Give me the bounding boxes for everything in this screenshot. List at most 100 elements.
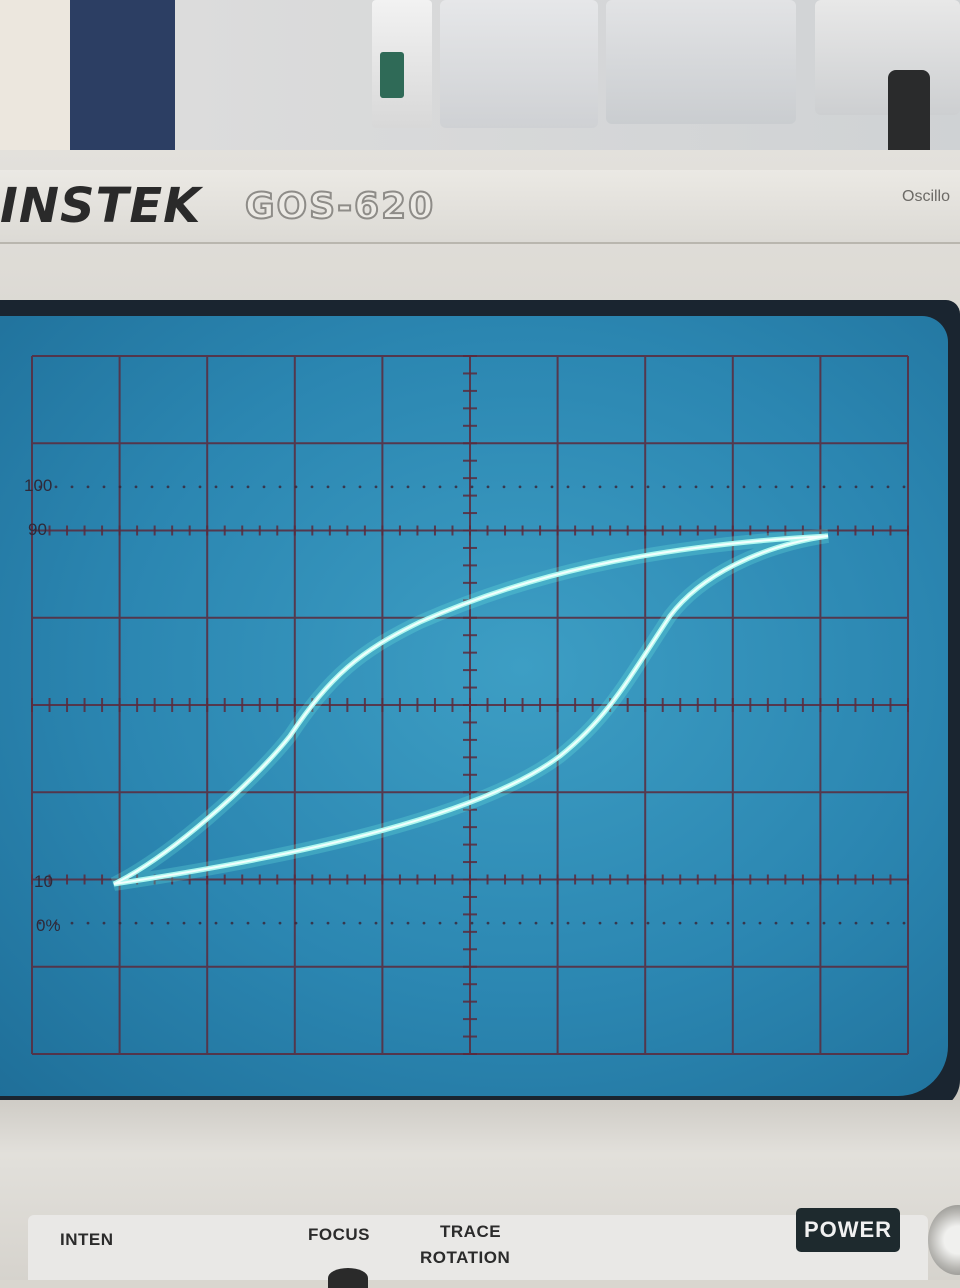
reference-dot xyxy=(886,921,890,925)
reference-dot xyxy=(150,921,154,925)
label-0-percent: 0% xyxy=(36,916,61,935)
reference-dot xyxy=(694,485,698,489)
brand-logo: INSTEK xyxy=(0,178,202,234)
reference-dot xyxy=(342,485,346,489)
reference-dot xyxy=(582,921,586,925)
reference-dot xyxy=(166,485,170,489)
inten-label: INTEN xyxy=(60,1230,114,1249)
reference-dot xyxy=(326,485,330,489)
reference-dot xyxy=(246,485,250,489)
reference-dot xyxy=(534,485,538,489)
reference-dot xyxy=(758,921,762,925)
reference-dot xyxy=(134,921,138,925)
reference-dot xyxy=(134,485,138,489)
reference-dot xyxy=(550,921,554,925)
reference-dot xyxy=(678,485,682,489)
reference-dot xyxy=(390,485,394,489)
reference-dot xyxy=(406,921,410,925)
reference-dot xyxy=(310,485,314,489)
reference-dot xyxy=(502,921,506,925)
rotation-label: ROTATION xyxy=(420,1248,511,1267)
reference-dot xyxy=(262,485,266,489)
reference-dot xyxy=(518,921,522,925)
reference-dot xyxy=(614,485,618,489)
reference-dot xyxy=(374,485,378,489)
reference-dot xyxy=(790,921,794,925)
reference-dot xyxy=(278,921,282,925)
reference-dot xyxy=(118,485,122,489)
brand-caption: Oscillo xyxy=(902,188,951,205)
reference-dot xyxy=(630,485,634,489)
reference-dot xyxy=(486,921,490,925)
focus-knob[interactable] xyxy=(328,1268,368,1288)
reference-dot xyxy=(198,921,202,925)
reference-dot xyxy=(358,921,362,925)
reference-dot xyxy=(662,921,666,925)
reference-dot xyxy=(806,921,810,925)
reference-dot xyxy=(742,485,746,489)
reference-dot xyxy=(70,921,74,925)
reference-dot xyxy=(454,921,458,925)
reference-dot xyxy=(902,921,906,925)
reference-dot xyxy=(102,485,106,489)
reference-dot xyxy=(838,921,842,925)
reference-dot xyxy=(870,921,874,925)
reference-dot xyxy=(214,485,218,489)
reference-dot xyxy=(806,485,810,489)
reference-dot xyxy=(518,485,522,489)
reference-dot xyxy=(598,485,602,489)
reference-dot xyxy=(438,485,442,489)
reference-dot xyxy=(854,485,858,489)
reference-dot xyxy=(870,485,874,489)
reference-dot xyxy=(886,485,890,489)
reference-dot xyxy=(166,921,170,925)
reference-dot xyxy=(278,485,282,489)
reference-dot xyxy=(198,485,202,489)
power-button[interactable]: POWER xyxy=(796,1208,900,1252)
wall-socket xyxy=(440,0,598,128)
reference-dot xyxy=(390,921,394,925)
reference-dot xyxy=(486,485,490,489)
reference-dot xyxy=(182,921,186,925)
reference-dot xyxy=(310,921,314,925)
reference-dot xyxy=(550,485,554,489)
label-90: 90 xyxy=(28,520,47,539)
model-name: GOS-620 xyxy=(244,185,436,228)
reference-dot xyxy=(470,921,474,925)
reference-dot xyxy=(422,485,426,489)
reference-dot xyxy=(854,921,858,925)
reference-dot xyxy=(790,485,794,489)
reference-dot xyxy=(710,921,714,925)
reference-dot xyxy=(838,485,842,489)
reference-dot xyxy=(438,921,442,925)
crt-screen: 100 90 10 0% xyxy=(0,316,948,1096)
reference-dot xyxy=(710,485,714,489)
reference-dot xyxy=(726,921,730,925)
label-100: 100 xyxy=(24,476,53,495)
reference-dot xyxy=(54,485,58,489)
trace-label: TRACE xyxy=(440,1222,502,1241)
reference-dot xyxy=(86,485,90,489)
reference-dot xyxy=(582,485,586,489)
reference-dot xyxy=(374,921,378,925)
reference-dot xyxy=(774,921,778,925)
reference-dot xyxy=(822,485,826,489)
reference-dot xyxy=(646,485,650,489)
reference-dot xyxy=(86,921,90,925)
reference-dot xyxy=(726,485,730,489)
reference-dot xyxy=(774,485,778,489)
breaker-switch xyxy=(380,52,404,98)
reference-dot xyxy=(566,485,570,489)
reference-dot xyxy=(246,921,250,925)
reference-dot xyxy=(102,921,106,925)
focus-label: FOCUS xyxy=(308,1225,370,1244)
reference-dot xyxy=(422,921,426,925)
reference-dot xyxy=(230,921,234,925)
reference-dot xyxy=(150,485,154,489)
reference-dot xyxy=(614,921,618,925)
reference-dot xyxy=(694,921,698,925)
reference-dot xyxy=(406,485,410,489)
reference-dot xyxy=(646,921,650,925)
label-10: 10 xyxy=(34,872,53,891)
reference-dot xyxy=(662,485,666,489)
